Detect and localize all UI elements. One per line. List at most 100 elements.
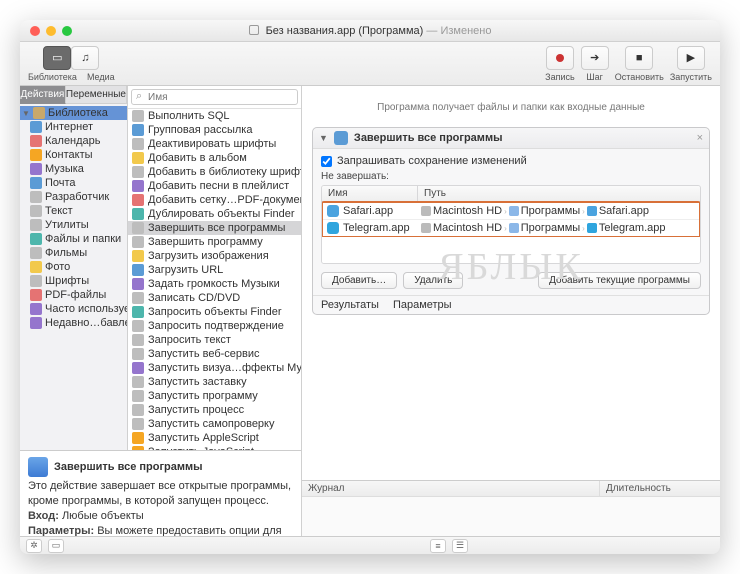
path-icon <box>421 223 431 233</box>
category-icon <box>33 107 45 119</box>
action-item[interactable]: Добавить в альбом <box>128 151 301 165</box>
col-path[interactable]: Путь <box>418 186 700 201</box>
library-item[interactable]: Файлы и папки <box>20 232 127 246</box>
step-app-icon <box>334 131 348 145</box>
action-item[interactable]: Запустить заставку <box>128 375 301 389</box>
action-icon <box>132 348 144 360</box>
category-icon <box>30 177 42 189</box>
log-toggle-1[interactable]: ≡ <box>430 539 446 553</box>
action-item[interactable]: Завершить программу <box>128 235 301 249</box>
action-item[interactable]: Дублировать объекты Finder <box>128 207 301 221</box>
library-item[interactable]: Почта <box>20 176 127 190</box>
action-item[interactable]: Добавить песни в плейлист <box>128 179 301 193</box>
step-close-button[interactable]: × <box>697 132 703 144</box>
add-current-button[interactable]: Добавить текущие программы <box>538 272 701 289</box>
category-icon <box>30 261 42 273</box>
category-icon <box>30 219 42 231</box>
action-item[interactable]: Загрузить изображения <box>128 249 301 263</box>
log-col-journal[interactable]: Журнал <box>302 481 600 496</box>
path-icon <box>421 206 431 216</box>
action-item[interactable]: Запустить веб-сервис <box>128 347 301 361</box>
library-sidebar: Действия Переменные ▼БиблиотекаИнтернетК… <box>20 86 128 450</box>
zoom-window-button[interactable] <box>62 26 72 36</box>
ask-save-checkbox[interactable]: Запрашивать сохранение изменений <box>321 155 701 167</box>
document-icon <box>249 25 259 35</box>
library-item[interactable]: Утилиты <box>20 218 127 232</box>
library-item[interactable]: Часто используемые <box>20 302 127 316</box>
library-item[interactable]: Интернет <box>20 120 127 134</box>
category-icon <box>30 135 42 147</box>
record-button[interactable] <box>546 46 574 70</box>
table-row[interactable]: Telegram.appMacintosh HD›Программы›Teleg… <box>323 220 699 236</box>
action-item[interactable]: Добавить сетку…PDF-документам <box>128 193 301 207</box>
category-icon <box>30 303 42 315</box>
step-disclosure[interactable]: ▼ <box>319 133 328 143</box>
tab-actions[interactable]: Действия <box>20 86 66 104</box>
gear-button[interactable]: ✲ <box>26 539 42 553</box>
action-item[interactable]: Запустить самопроверку <box>128 417 301 431</box>
action-icon <box>132 180 144 192</box>
action-icon <box>132 320 144 332</box>
action-item[interactable]: Запросить текст <box>128 333 301 347</box>
action-item[interactable]: Запросить подтверждение <box>128 319 301 333</box>
action-item[interactable]: Запустить визуа…ффекты Музыки <box>128 361 301 375</box>
action-item[interactable]: Добавить в библиотеку шрифто <box>128 165 301 179</box>
add-button[interactable]: Добавить… <box>321 272 397 289</box>
step-button[interactable]: ➔ <box>581 46 609 70</box>
library-item[interactable]: Музыка <box>20 162 127 176</box>
action-item[interactable]: Запустить программу <box>128 389 301 403</box>
library-item[interactable]: Недавно…бавленные <box>20 316 127 330</box>
action-item[interactable]: Загрузить URL <box>128 263 301 277</box>
action-item[interactable]: Задать громкость Музыки <box>128 277 301 291</box>
stop-button[interactable]: ■ <box>625 46 653 70</box>
path-icon <box>587 223 597 233</box>
step-tab-options[interactable]: Параметры <box>393 299 452 311</box>
log-toggle-2[interactable]: ☰ <box>452 539 468 553</box>
library-item[interactable]: Текст <box>20 204 127 218</box>
log-panel: Журнал Длительность <box>302 480 720 536</box>
action-item[interactable]: Запросить объекты Finder <box>128 305 301 319</box>
library-item[interactable]: Фильмы <box>20 246 127 260</box>
app-icon <box>327 205 339 217</box>
run-button[interactable]: ▶ <box>677 46 705 70</box>
close-window-button[interactable] <box>30 26 40 36</box>
library-item[interactable]: Шрифты <box>20 274 127 288</box>
table-row[interactable]: Safari.appMacintosh HD›Программы›Safari.… <box>323 203 699 220</box>
minimize-window-button[interactable] <box>46 26 56 36</box>
action-icon <box>132 110 144 122</box>
library-item[interactable]: ▼Библиотека <box>20 106 127 120</box>
step-tab-results[interactable]: Результаты <box>321 299 379 311</box>
tab-variables[interactable]: Переменные <box>66 86 127 104</box>
library-item[interactable]: Контакты <box>20 148 127 162</box>
log-col-duration[interactable]: Длительность <box>600 481 720 496</box>
category-icon <box>30 205 42 217</box>
action-item[interactable]: Завершить все программы <box>128 221 301 235</box>
action-item[interactable]: Запустить процесс <box>128 403 301 417</box>
library-item[interactable]: Календарь <box>20 134 127 148</box>
actions-column: Выполнить SQLГрупповая рассылкаДеактивир… <box>128 86 302 450</box>
action-item[interactable]: Выполнить SQL <box>128 109 301 123</box>
action-item[interactable]: Деактивировать шрифты <box>128 137 301 151</box>
category-icon <box>30 247 42 259</box>
library-item[interactable]: PDF-файлы <box>20 288 127 302</box>
actions-list[interactable]: Выполнить SQLГрупповая рассылкаДеактивир… <box>128 109 301 450</box>
titlebar: Без названия.app (Программа) — Изменено <box>20 20 720 42</box>
action-item[interactable]: Записать CD/DVD <box>128 291 301 305</box>
action-item[interactable]: Запустить AppleScript <box>128 431 301 445</box>
category-icon <box>30 233 42 245</box>
library-view-button[interactable]: ▭ <box>43 46 71 70</box>
action-item[interactable]: Групповая рассылка <box>128 123 301 137</box>
col-name[interactable]: Имя <box>322 186 418 201</box>
action-icon <box>132 152 144 164</box>
desc-toggle-button[interactable]: ▭ <box>48 539 64 553</box>
step-title: Завершить все программы <box>354 132 691 144</box>
exclude-table: Имя Путь Safari.appMacintosh HD›Программ… <box>321 185 701 264</box>
library-item[interactable]: Разработчик <box>20 190 127 204</box>
remove-button[interactable]: Удалить <box>403 272 463 289</box>
app-icon <box>327 222 339 234</box>
action-icon <box>132 194 144 206</box>
media-view-button[interactable]: ♫ <box>71 46 99 70</box>
search-input[interactable] <box>131 89 298 105</box>
library-tree[interactable]: ▼БиблиотекаИнтернетКалендарьКонтактыМузы… <box>20 104 127 450</box>
library-item[interactable]: Фото <box>20 260 127 274</box>
